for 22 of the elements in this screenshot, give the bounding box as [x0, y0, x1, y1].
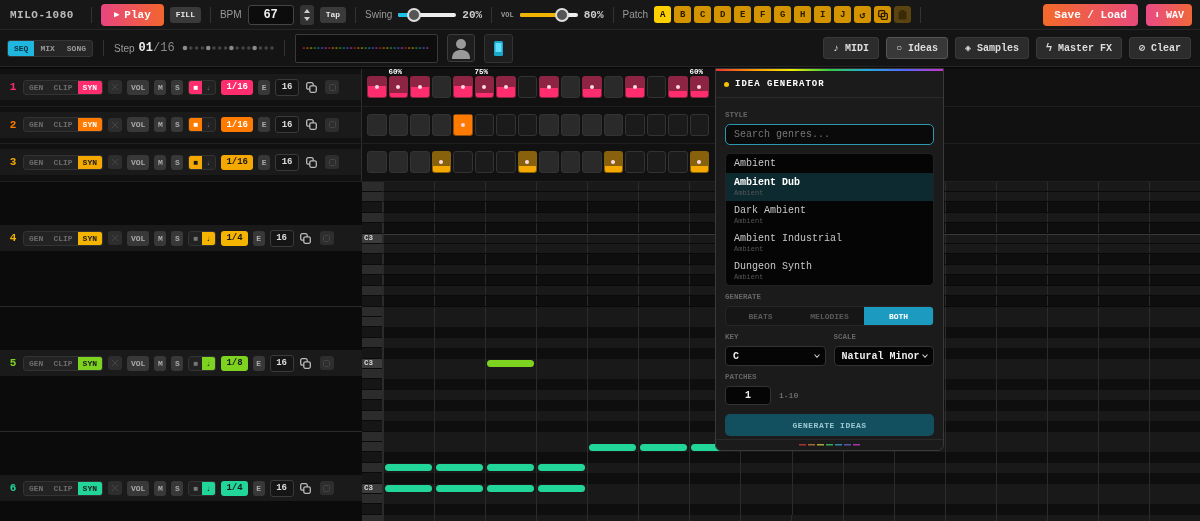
genre-name: Dungeon Synth: [734, 261, 813, 272]
genre-name: Dark Ambient: [734, 205, 807, 216]
track-number: 1: [8, 81, 18, 94]
genre-name: Ambient: [734, 158, 777, 169]
track-number: 2: [8, 118, 18, 131]
current-step: 01: [138, 41, 153, 55]
panel-title: IDEA GENERATOR: [735, 79, 825, 89]
volume-value: 80%: [583, 8, 604, 21]
app-title: MILO-1080: [10, 8, 74, 21]
step-label: Step: [114, 42, 135, 54]
genre-name: Ambient Industrial: [734, 233, 844, 244]
track-number: 6: [8, 482, 18, 495]
track-number: 3: [8, 156, 18, 169]
track-number: 5: [8, 357, 18, 370]
track-number: 4: [8, 232, 18, 245]
genre-name: Ambient Dub: [734, 177, 801, 188]
bpm-label: BPM: [219, 9, 242, 20]
patch-label: Patch: [622, 9, 649, 20]
swing-label: Swing: [365, 9, 393, 20]
patch-range-hint: 1-10: [779, 391, 799, 400]
step-total: /16: [153, 41, 175, 55]
swing-value: 20%: [462, 8, 483, 21]
